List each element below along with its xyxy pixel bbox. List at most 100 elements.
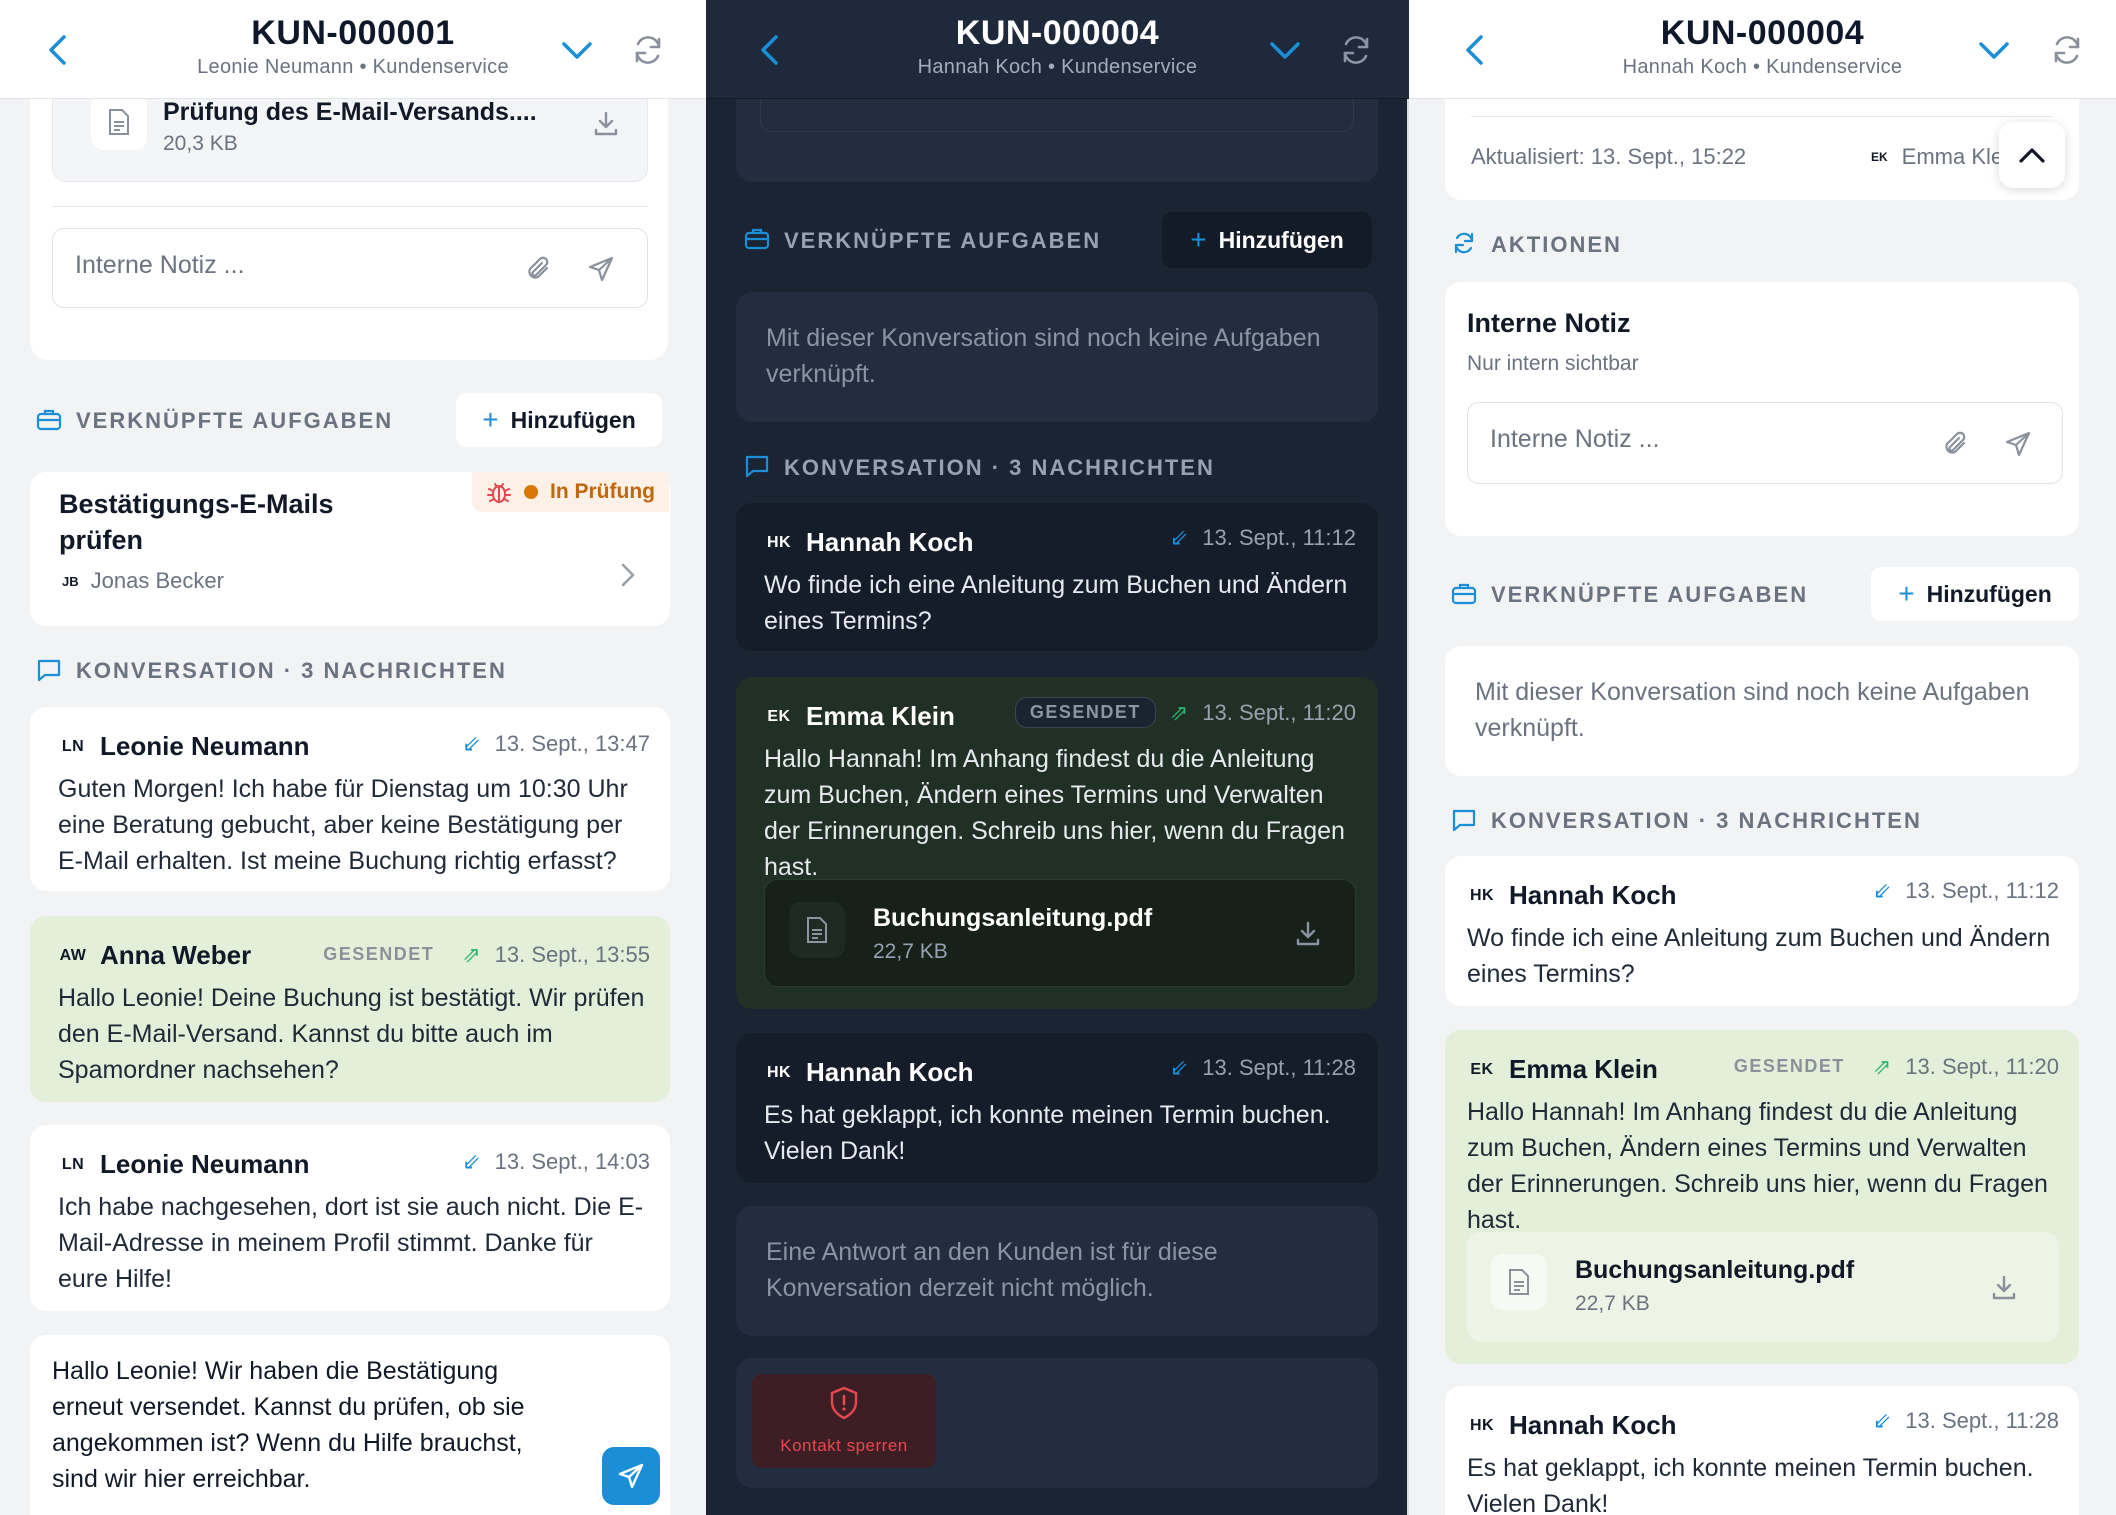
block-contact-label: Kontakt sperren	[780, 1436, 908, 1455]
message-card: LN Leonie Neumann ⇙ 13. Sept., 13:47 Guten…	[30, 707, 670, 891]
conversation-section-label: KONVERSATION · 3 NACHRICHTEN	[1491, 808, 1922, 833]
refresh-icon[interactable]	[1338, 32, 1374, 68]
paperclip-icon[interactable]	[1942, 430, 1970, 458]
message-time: 13. Sept., 11:28	[1202, 1055, 1356, 1080]
internal-note-input[interactable]: Interne Notiz ...	[52, 228, 648, 308]
message-meta: ⇙ 13. Sept., 11:12	[1873, 878, 2059, 904]
panel-ticket-kun-000004-dark: KUN-000004 Hannah Koch • Kundenservice V…	[706, 0, 1409, 1515]
updated-text: Aktualisiert: 13. Sept., 15:22	[1471, 144, 1747, 169]
ticket-subtitle: Hannah Koch • Kundenservice	[917, 56, 1198, 78]
message-meta: GESENDET ⇗ 13. Sept., 11:20	[1014, 697, 1356, 728]
document-icon	[789, 902, 845, 958]
ticket-header: KUN-000004 Hannah Koch • Kundenservice	[706, 0, 1409, 99]
document-icon	[1491, 1254, 1547, 1310]
message-text: Ich habe nachgesehen, dort ist sie auch …	[58, 1193, 644, 1293]
message-text: Hallo Hannah! Im Anhang findest du die A…	[764, 745, 1345, 881]
reply-composer[interactable]: Hallo Leonie! Wir haben die Bestätigung …	[30, 1335, 670, 1515]
divider	[52, 206, 648, 207]
avatar-initials: LN	[61, 737, 85, 755]
message-time: 13. Sept., 13:55	[494, 941, 650, 967]
message-text: Hallo Leonie! Deine Buchung ist bestätig…	[58, 984, 645, 1084]
send-icon[interactable]	[587, 255, 615, 283]
reply-text[interactable]: Hallo Leonie! Wir haben die Bestätigung …	[52, 1353, 572, 1497]
outgoing-arrow-icon: ⇗	[1872, 1053, 1892, 1079]
chat-icon	[1451, 808, 1477, 832]
conversation-section-label: KONVERSATION · 3 NACHRICHTEN	[76, 658, 507, 683]
assignee-initials: JB	[62, 573, 79, 589]
chevron-down-icon[interactable]	[1977, 38, 2011, 62]
attachment-card: Prüfung des E-Mail-Versands.... 20,3 KB …	[30, 70, 668, 360]
avatar-initials: HK	[1469, 886, 1495, 904]
message-text: Es hat geklappt, ich konnte meinen Termi…	[1467, 1454, 2034, 1515]
message-card-sent: EK Emma Klein GESENDET ⇗ 13. Sept., 11:20 H…	[736, 677, 1378, 1009]
incoming-arrow-icon: ⇙	[1872, 1408, 1892, 1433]
add-task-button[interactable]: + Hinzufügen	[456, 393, 662, 447]
message-header: HK Hannah Koch	[764, 527, 974, 558]
message-time: 13. Sept., 13:47	[494, 731, 650, 756]
chevron-down-icon[interactable]	[1268, 38, 1302, 62]
sender-name: Hannah Koch	[1509, 1410, 1677, 1440]
send-icon[interactable]	[2004, 430, 2032, 458]
task-card[interactable]: Bestätigungs-E-Mails prüfen In Prüfung J…	[30, 472, 670, 626]
add-task-button[interactable]: + Hinzufügen	[1162, 212, 1372, 268]
shield-alert-icon	[828, 1386, 860, 1420]
sender-name: Hannah Koch	[806, 527, 974, 557]
tasks-section-label: VERKNÜPFTE AUFGABEN	[1491, 582, 1809, 607]
sender-name: Anna Weber	[100, 940, 252, 970]
send-button[interactable]	[602, 1447, 660, 1505]
message-header: HK Hannah Koch	[764, 1057, 974, 1088]
file-size: 22,7 KB	[873, 940, 948, 963]
download-icon[interactable]	[1991, 1274, 2017, 1300]
message-meta: ⇙ 13. Sept., 14:03	[462, 1149, 650, 1175]
note-placeholder: Interne Notiz ...	[75, 251, 245, 279]
download-icon[interactable]	[593, 110, 619, 136]
message-card: HK Hannah Koch ⇙ 13. Sept., 11:28 Es hat g…	[736, 1033, 1378, 1183]
message-meta: ⇙ 13. Sept., 11:12	[1170, 525, 1356, 551]
tasks-empty-text: Mit dieser Konversation sind noch keine …	[766, 324, 1321, 388]
download-icon[interactable]	[1295, 920, 1321, 946]
message-text: Guten Morgen! Ich habe für Dienstag um 1…	[58, 775, 628, 875]
block-contact-button[interactable]: Kontakt sperren	[752, 1374, 936, 1468]
message-time: 13. Sept., 11:12	[1202, 525, 1356, 550]
reply-disabled-card: Eine Antwort an den Kunden ist für diese…	[736, 1206, 1378, 1336]
add-task-button[interactable]: + Hinzufügen	[1871, 567, 2079, 621]
file-attachment[interactable]: Buchungsanleitung.pdf 22,7 KB	[764, 879, 1356, 987]
message-header: EK Emma Klein	[1467, 1054, 1657, 1085]
add-task-label: Hinzufügen	[510, 406, 636, 433]
sender-name: Hannah Koch	[806, 1057, 974, 1087]
message-header: LN Leonie Neumann	[58, 731, 310, 762]
incoming-arrow-icon: ⇙	[1169, 525, 1189, 550]
sender-name: Hannah Koch	[1509, 880, 1677, 910]
scroll-top-button[interactable]	[1999, 122, 2065, 188]
chevron-up-icon	[2019, 148, 2045, 163]
tasks-section-label: VERKNÜPFTE AUFGABEN	[76, 408, 394, 433]
avatar-initials: AW	[59, 946, 87, 964]
message-time: 13. Sept., 14:03	[494, 1149, 650, 1174]
avatar-initials: LN	[61, 1155, 85, 1173]
plus-icon: +	[1898, 578, 1915, 609]
ticket-title: KUN-000001	[251, 14, 455, 52]
divider	[1471, 116, 2053, 117]
internal-note-input[interactable]: Interne Notiz ...	[1467, 402, 2063, 484]
message-time: 13. Sept., 11:12	[1905, 878, 2059, 903]
incoming-arrow-icon: ⇙	[1169, 1055, 1189, 1080]
refresh-icon[interactable]	[2049, 32, 2085, 68]
panel-ticket-kun-000001: KUN-000001 Leonie Neumann • Kundenservic…	[0, 0, 706, 1515]
message-time: 13. Sept., 11:20	[1202, 699, 1356, 725]
file-size: 22,7 KB	[1575, 1292, 1650, 1315]
chevron-down-icon[interactable]	[560, 38, 594, 62]
status-label: In Prüfung	[550, 480, 655, 503]
sent-badge: GESENDET	[1014, 697, 1156, 728]
send-icon	[618, 1463, 644, 1489]
chevron-right-icon[interactable]	[620, 562, 636, 588]
sender-name: Leonie Neumann	[100, 731, 310, 761]
panel-ticket-kun-000004-light: KUN-000004 Hannah Koch • Kundenservice A…	[1409, 0, 2116, 1515]
message-time: 13. Sept., 11:28	[1905, 1408, 2059, 1433]
message-text: Es hat geklappt, ich konnte meinen Termi…	[764, 1101, 1331, 1165]
file-attachment[interactable]: Buchungsanleitung.pdf 22,7 KB	[1467, 1232, 2059, 1342]
reply-disabled-text: Eine Antwort an den Kunden ist für diese…	[766, 1238, 1218, 1302]
refresh-icon[interactable]	[630, 32, 666, 68]
conversation-section-label: KONVERSATION · 3 NACHRICHTEN	[784, 455, 1215, 480]
incoming-arrow-icon: ⇙	[462, 1149, 481, 1174]
paperclip-icon[interactable]	[525, 255, 553, 283]
